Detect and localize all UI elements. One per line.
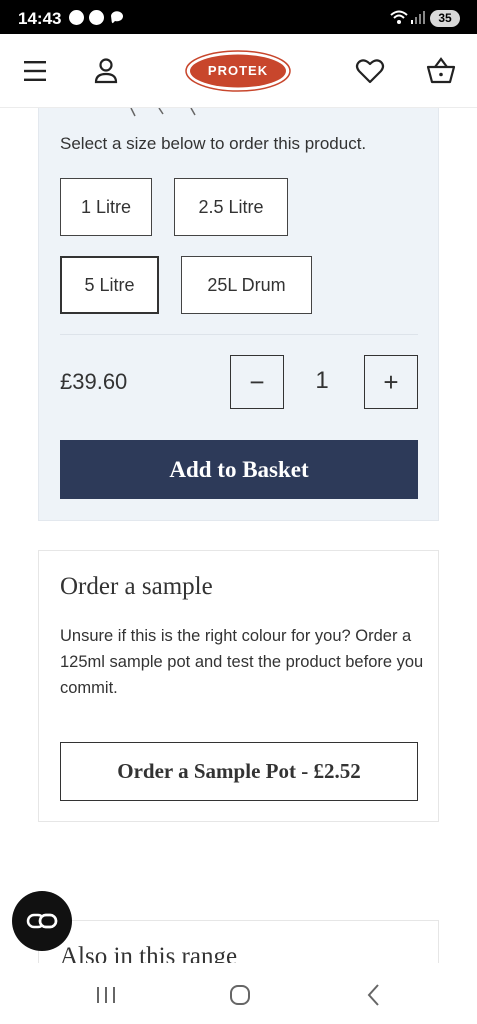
size-option-2-5-litre[interactable]: 2.5 Litre bbox=[174, 178, 288, 236]
chat-icon bbox=[111, 11, 123, 24]
notification-icon bbox=[89, 10, 104, 25]
basket-icon[interactable] bbox=[424, 54, 458, 88]
quantity-increment-button[interactable]: + bbox=[364, 355, 418, 409]
recent-apps-icon[interactable] bbox=[91, 980, 121, 1010]
back-icon[interactable] bbox=[359, 980, 389, 1010]
cookie-settings-icon bbox=[26, 913, 58, 929]
status-bar: 14:43 35 bbox=[0, 0, 477, 34]
sample-title: Order a sample bbox=[60, 573, 213, 600]
site-header: PROTEK bbox=[0, 34, 477, 108]
wifi-icon bbox=[390, 10, 408, 24]
protek-logo[interactable]: PROTEK bbox=[185, 50, 291, 92]
battery-icon: 35 bbox=[430, 10, 460, 27]
sample-description: Unsure if this is the right colour for y… bbox=[60, 627, 424, 697]
status-time: 14:43 bbox=[18, 9, 62, 28]
account-icon[interactable] bbox=[89, 54, 123, 88]
size-option-5-litre[interactable]: 5 Litre bbox=[60, 256, 159, 314]
quantity-value[interactable]: 1 bbox=[297, 367, 347, 395]
menu-icon[interactable] bbox=[18, 54, 52, 88]
size-option-1-litre[interactable]: 1 Litre bbox=[60, 178, 152, 236]
size-option-25l-drum[interactable]: 25L Drum bbox=[181, 256, 312, 314]
product-options-panel: Select a size below to order this produc… bbox=[38, 108, 439, 521]
signal-icon bbox=[411, 11, 425, 24]
clipped-text-remnant bbox=[130, 108, 196, 117]
quantity-decrement-button[interactable]: − bbox=[230, 355, 284, 409]
system-nav-bar bbox=[0, 970, 477, 1024]
order-sample-button[interactable]: Order a Sample Pot - £2.52 bbox=[60, 742, 418, 801]
home-icon[interactable] bbox=[225, 980, 255, 1010]
add-to-basket-button[interactable]: Add to Basket bbox=[60, 440, 418, 499]
logo-text: PROTEK bbox=[207, 63, 269, 78]
order-sample-card: Order a sample Unsure if this is the rig… bbox=[38, 550, 439, 822]
divider bbox=[60, 334, 418, 335]
heart-icon[interactable] bbox=[353, 54, 387, 88]
product-price: £39.60 bbox=[60, 369, 128, 394]
cookie-settings-button[interactable] bbox=[12, 891, 72, 951]
size-select-prompt: Select a size below to order this produc… bbox=[60, 134, 367, 153]
notification-icon bbox=[69, 10, 84, 25]
